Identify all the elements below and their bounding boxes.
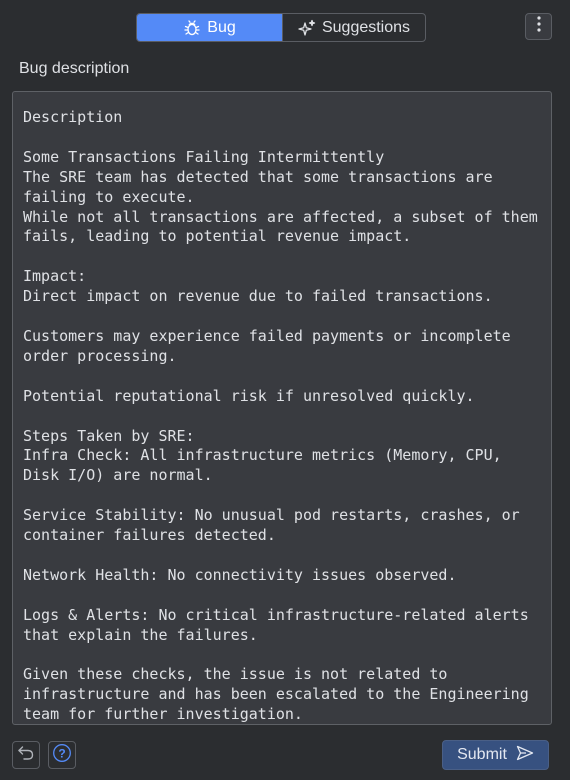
submit-label: Submit [457,746,507,763]
tab-suggestions[interactable]: Suggestions [282,14,425,41]
tab-suggestions-label: Suggestions [321,18,411,36]
tab-bug[interactable]: Bug [137,14,282,41]
help-icon: ? [52,743,72,768]
tab-bug-label: Bug [207,18,236,36]
sparkle-icon [298,19,316,37]
submit-button[interactable]: Submit [442,740,549,770]
help-button[interactable]: ? [48,741,76,769]
bug-description-text[interactable]: Description Some Transactions Failing In… [13,92,551,724]
bug-description-label: Bug description [19,60,130,77]
bug-description-field[interactable]: Description Some Transactions Failing In… [12,91,552,725]
bug-report-panel: Bug Suggestions Bug description Descript… [0,0,570,780]
undo-icon [17,745,35,766]
more-vertical-icon [536,16,541,37]
svg-text:?: ? [58,746,65,760]
send-icon [516,745,534,766]
undo-button[interactable] [12,741,40,769]
more-options-button[interactable] [525,13,552,40]
tab-switcher: Bug Suggestions [136,13,426,42]
bug-icon [183,19,201,37]
